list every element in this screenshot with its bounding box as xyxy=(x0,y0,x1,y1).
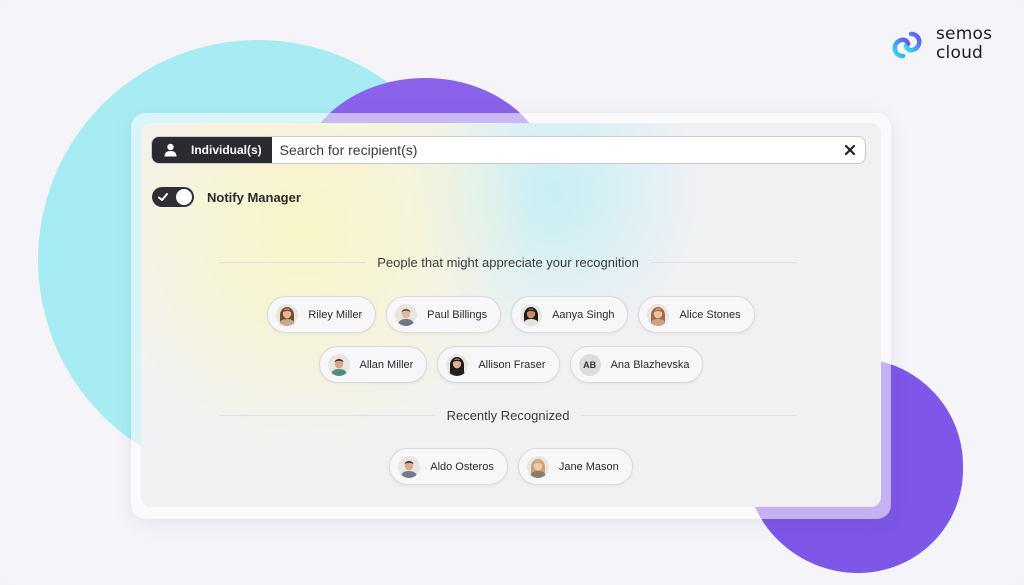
brand-logo: semos cloud xyxy=(888,26,992,64)
suggestions-row: Allan Miller Allison Fraser AB Ana Blazhevs… xyxy=(141,346,881,383)
check-icon xyxy=(158,193,168,201)
person-chip[interactable]: AB Ana Blazhevska xyxy=(569,346,704,383)
avatar xyxy=(395,303,418,326)
person-name: Allison Fraser xyxy=(478,358,546,371)
notify-manager-label: Notify Manager xyxy=(207,189,301,205)
clear-search-button[interactable] xyxy=(835,145,865,155)
person-name: Allan Miller xyxy=(359,358,414,371)
person-name: Jane Mason xyxy=(558,460,619,473)
avatar xyxy=(647,303,670,326)
close-icon xyxy=(845,145,855,155)
avatar xyxy=(276,303,299,326)
avatar xyxy=(398,455,421,478)
avatar xyxy=(520,303,543,326)
person-chip[interactable]: Aanya Singh xyxy=(511,296,629,333)
person-name: Ana Blazhevska xyxy=(610,358,690,371)
divider xyxy=(650,262,798,263)
person-icon xyxy=(164,143,177,157)
recipient-search-input[interactable] xyxy=(271,137,835,163)
person-chip[interactable]: Paul Billings xyxy=(386,296,502,333)
suggestions-title: People that might appreciate your recogn… xyxy=(377,255,639,270)
semos-cloud-logo-icon xyxy=(892,31,922,59)
avatar xyxy=(327,353,350,376)
scope-selector[interactable]: Individual(s) xyxy=(152,137,272,163)
recent-heading: Recently Recognized xyxy=(219,408,798,423)
recent-row: Aldo Osteros Jane Mason xyxy=(141,448,881,485)
notify-manager-toggle[interactable] xyxy=(152,187,194,207)
person-name: Aanya Singh xyxy=(552,308,615,321)
person-chip[interactable]: Alice Stones xyxy=(638,296,755,333)
person-chip[interactable]: Riley Miller xyxy=(267,296,377,333)
divider xyxy=(219,262,366,263)
suggestions-row: Riley Miller Paul Billings Aanya Singh Alic… xyxy=(141,296,881,333)
avatar xyxy=(446,353,469,376)
recipient-picker-panel: Individual(s) Notify Manager People that… xyxy=(141,123,881,507)
person-name: Riley Miller xyxy=(308,308,363,321)
recent-title: Recently Recognized xyxy=(446,408,570,423)
person-name: Paul Billings xyxy=(427,308,488,321)
person-chip[interactable]: Allan Miller xyxy=(318,346,428,383)
toggle-knob xyxy=(176,189,192,205)
brand-name-line2: cloud xyxy=(936,43,984,63)
person-name: Alice Stones xyxy=(679,308,741,321)
person-name: Aldo Osteros xyxy=(430,460,494,473)
notify-manager-row: Notify Manager xyxy=(152,187,301,207)
person-chip[interactable]: Aldo Osteros xyxy=(389,448,508,485)
person-chip[interactable]: Allison Fraser xyxy=(437,346,560,383)
person-chip[interactable]: Jane Mason xyxy=(517,448,633,485)
scope-label: Individual(s) xyxy=(191,143,262,157)
recipient-search-bar: Individual(s) xyxy=(151,136,866,164)
avatar-initials: AB xyxy=(578,353,601,376)
divider xyxy=(581,415,798,416)
avatar xyxy=(526,455,549,478)
suggestions-heading: People that might appreciate your recogn… xyxy=(219,255,798,270)
divider xyxy=(219,415,435,416)
